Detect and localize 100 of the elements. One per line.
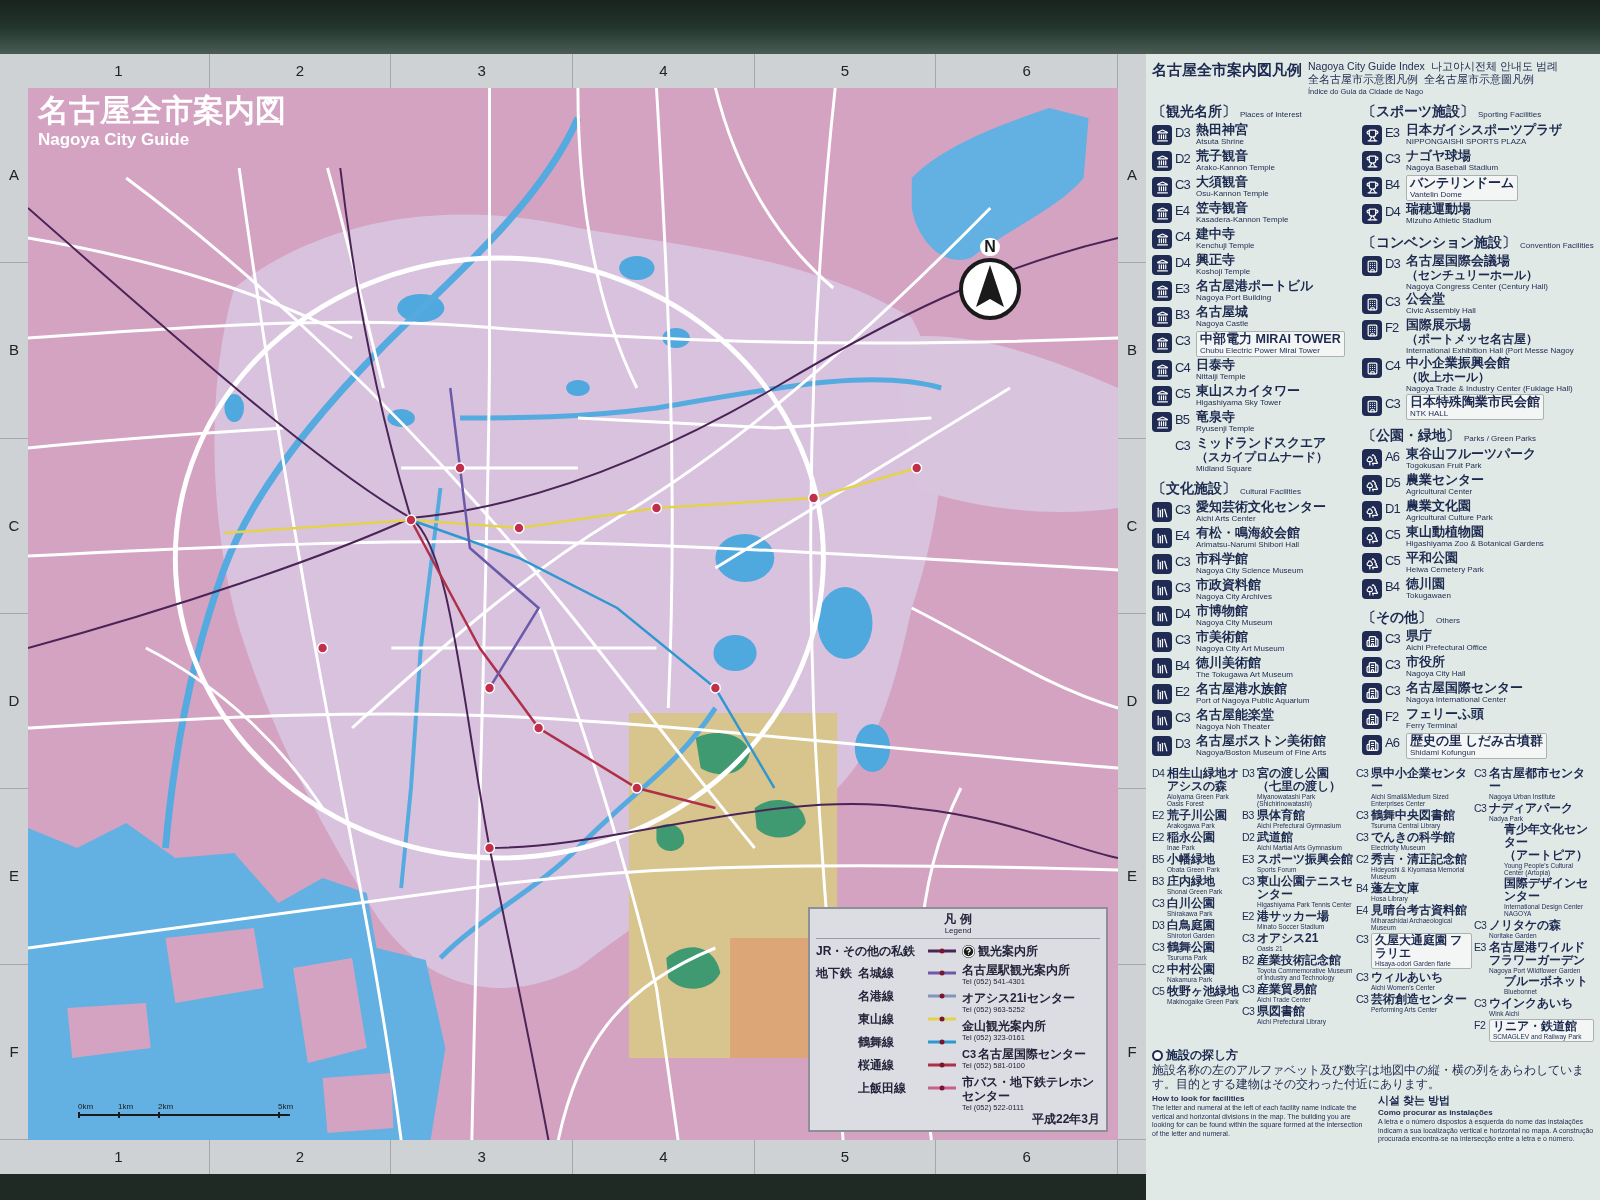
grid-column-label: 6 xyxy=(1022,1148,1031,1166)
facility-name: 国際展示場 xyxy=(1406,318,1472,332)
facility-name: 市科学館 xyxy=(1196,552,1249,566)
pond xyxy=(619,256,655,280)
grid-row-label: E xyxy=(9,867,19,886)
grid-row-label: F xyxy=(1127,1042,1137,1061)
building-icon xyxy=(1362,683,1382,703)
facility-name: 県中小企業センター xyxy=(1371,767,1468,793)
facility-name: 名古屋ボストン美術館 xyxy=(1196,734,1327,748)
scale-label: 0km xyxy=(78,1102,95,1112)
facility-name-english: Nagoya Castle xyxy=(1196,319,1249,328)
facility-name-note: （アートピア） xyxy=(1504,849,1589,862)
facility-name-english: Agricultural Center xyxy=(1406,487,1474,496)
facility-name: 秀吉・清正記念館 xyxy=(1371,853,1468,866)
grid-reference: C5 xyxy=(1385,527,1401,543)
section-heading-english: Convention Facilities xyxy=(1520,240,1594,251)
grid-reference: B3 xyxy=(1242,809,1255,822)
facility-name-english: Nagoya/Boston Museum of Fine Arts xyxy=(1196,748,1327,757)
grid-reference: E4 xyxy=(1356,904,1369,917)
facility-name-note: （センチュリーホール） xyxy=(1406,268,1539,282)
facility-name: 平和公園 xyxy=(1406,551,1459,565)
columned-building-icon xyxy=(1152,229,1172,249)
facility-name: 市美術館 xyxy=(1196,630,1249,644)
grid-reference: C4 xyxy=(1175,229,1192,245)
books-icon xyxy=(1152,528,1172,548)
office-building-icon xyxy=(1362,256,1382,276)
office-building-icon xyxy=(1362,294,1382,314)
facility-name: 有松・鳴海絞会館 xyxy=(1196,526,1300,540)
facility-name: 蓬左文庫 xyxy=(1371,882,1420,895)
columned-building-icon xyxy=(1152,333,1172,353)
books-icon xyxy=(1152,710,1172,730)
grid-row-label: C xyxy=(8,516,20,535)
pond xyxy=(566,380,590,396)
office-building-icon xyxy=(1362,358,1382,378)
columned-building-icon xyxy=(1152,203,1172,223)
section-heading: 〔スポーツ施設〕 xyxy=(1362,103,1474,120)
grid-reference: C5 xyxy=(1152,985,1166,998)
section-heading-english: Places of Interest xyxy=(1240,109,1302,120)
facility-name: 見晴台考古資料館 xyxy=(1371,904,1468,917)
trees-icon xyxy=(1362,501,1382,521)
scale-label: 1km xyxy=(118,1102,135,1112)
grid-reference: E3 xyxy=(1242,853,1255,866)
section-heading: 〔文化施設〕 xyxy=(1152,480,1236,497)
station-marker xyxy=(709,682,722,694)
grid-reference: C3 xyxy=(1242,1005,1256,1018)
grid-reference: D4 xyxy=(1152,767,1166,780)
facility-name: 庄内緑地 xyxy=(1167,875,1216,888)
facility-name: ノリタケの森 xyxy=(1489,919,1562,932)
office-building-icon xyxy=(1362,396,1382,416)
facility-name: 武道館 xyxy=(1257,831,1294,844)
trophy-icon xyxy=(1362,151,1382,171)
facility-name-english: NIPPONGAISHI SPORTS PLAZA xyxy=(1406,137,1528,146)
legend-date: 平成22年3月 xyxy=(1031,1112,1100,1126)
facility-name-english: Arimatsu-Narumi Shibori Hall xyxy=(1196,540,1300,549)
facility-name-english: Nagoya City Science Museum xyxy=(1196,566,1304,575)
grid-reference: C3 xyxy=(1175,438,1191,454)
grid-reference: A6 xyxy=(1385,449,1401,465)
pond xyxy=(662,328,690,348)
facility-name-english: Nagoya Trade & Industry Center (Fukiage Hall) xyxy=(1406,384,1573,393)
grid-reference: C2 xyxy=(1356,853,1370,866)
grid-reference: C3 xyxy=(1175,177,1191,193)
facility-name: 宮の渡し公園 xyxy=(1257,767,1330,780)
grid-column-label: 5 xyxy=(840,62,850,80)
pond xyxy=(397,294,445,322)
grid-reference: C3 xyxy=(1356,971,1370,984)
trees-icon xyxy=(1362,579,1382,599)
pond xyxy=(715,534,775,582)
grid-reference: C3 xyxy=(1356,993,1370,1006)
facility-name: 鶴舞公園 xyxy=(1167,941,1216,954)
grid-reference: D3 xyxy=(1242,767,1256,780)
section-heading-english: Others xyxy=(1436,615,1460,626)
pond xyxy=(713,635,757,671)
facility-name: 瑞穂運動場 xyxy=(1406,202,1472,216)
grid-reference: C3 xyxy=(1175,333,1191,349)
facility-name: リニア・鉄道館 xyxy=(1493,1020,1578,1033)
facility-name-english: Higashiyama Zoo & Botanical Gardens xyxy=(1406,539,1544,548)
facility-name: 荒子観音 xyxy=(1196,149,1249,163)
index-title-simplified-chinese: 全名古屋市示意图凡例 xyxy=(1308,73,1418,86)
facility-name: 国際デザインセンター xyxy=(1504,877,1589,903)
grid-reference: C3 xyxy=(1385,657,1401,673)
facility-name-english: Aichi Prefectural Office xyxy=(1406,643,1488,652)
info-center-name: 市バス・地下鉄テレホンセンター xyxy=(962,1075,1095,1103)
facility-name: 愛知芸術文化センター xyxy=(1196,500,1326,514)
grid-reference: C3 xyxy=(1356,809,1370,822)
park-area xyxy=(754,800,806,838)
facility-name: 中部電力 MIRAI TOWER xyxy=(1200,332,1341,346)
pier xyxy=(322,1073,394,1133)
section-heading-english: Sporting Facilities xyxy=(1478,109,1542,120)
map-subtitle: Nagoya City Guide xyxy=(38,130,191,150)
grid-reference: B4 xyxy=(1385,177,1401,193)
grid-reference: F2 xyxy=(1474,1019,1487,1032)
facility-name-english: Ryusenji Temple xyxy=(1196,424,1255,433)
facility-name: 名古屋港ワイルドフラワーガーデン xyxy=(1489,941,1586,967)
grid-reference: C2 xyxy=(1152,963,1166,976)
grid-reference: D3 xyxy=(1385,256,1401,272)
facility-name: 産業技術記念館 xyxy=(1257,954,1342,967)
columned-building-icon xyxy=(1152,125,1172,145)
park-area xyxy=(695,733,750,775)
grid-reference: C3 xyxy=(1385,683,1401,699)
facility-name: 市博物館 xyxy=(1196,604,1249,618)
